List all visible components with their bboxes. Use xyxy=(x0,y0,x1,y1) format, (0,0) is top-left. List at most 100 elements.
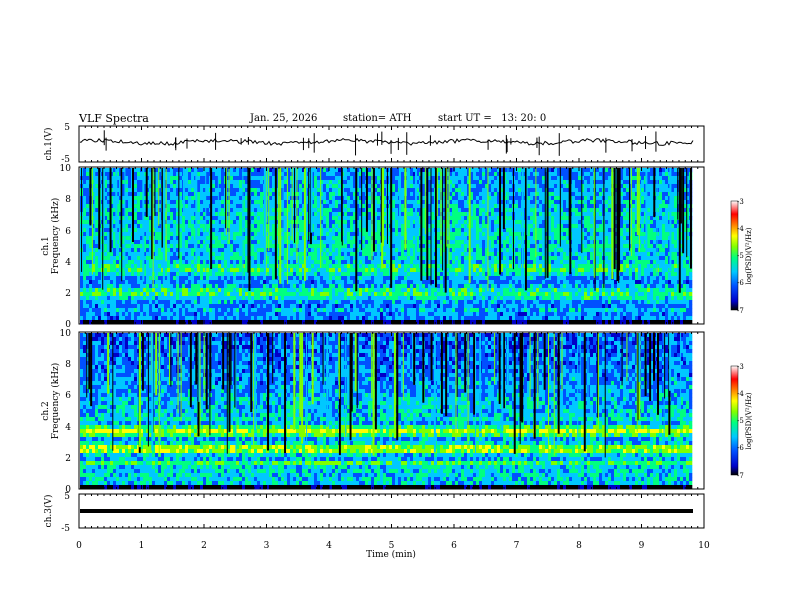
spectrogram-cell xyxy=(83,260,87,265)
spectrogram-cell xyxy=(236,240,240,245)
spectrogram-cell xyxy=(206,172,210,177)
spectrogram-cell xyxy=(659,240,663,245)
spectrogram-cell xyxy=(272,172,276,177)
spectrogram-cell xyxy=(584,208,588,213)
spectrogram-cell xyxy=(596,172,600,177)
spectrogram-cell xyxy=(206,220,210,225)
spectrogram-cell xyxy=(464,188,468,193)
spectrogram-cell xyxy=(662,252,666,257)
spectrogram-cell xyxy=(200,248,204,253)
spectrogram-cell xyxy=(212,236,216,241)
spectrogram-cell xyxy=(395,208,399,213)
spectrogram-cell xyxy=(113,264,117,269)
spectrogram-cell xyxy=(137,260,141,265)
spectrogram-cell xyxy=(197,260,201,265)
spectrogram-cell xyxy=(362,216,366,221)
spectrogram-cell xyxy=(527,244,531,249)
spectrogram-cell xyxy=(113,248,117,253)
spectrogram-cell xyxy=(482,236,486,241)
spectrogram-cell xyxy=(86,176,90,181)
spectrogram-cell xyxy=(509,256,513,261)
spectrogram-cell xyxy=(455,260,459,265)
spectrogram-cell xyxy=(290,240,294,245)
spectrogram-cell xyxy=(563,244,567,249)
spectrogram-cell xyxy=(311,248,315,253)
spectrogram-cell xyxy=(173,212,177,217)
spectrogram-cell xyxy=(326,192,330,197)
spectrogram-cell xyxy=(338,224,342,229)
spectrogram-cell xyxy=(476,216,480,221)
spectrogram-cell xyxy=(563,200,567,205)
spectrogram-cell xyxy=(365,248,369,253)
spectrogram-cell xyxy=(605,224,609,229)
spectrogram-cell xyxy=(134,232,138,237)
spectrogram-cell xyxy=(404,256,408,261)
spectrogram-cell xyxy=(620,216,624,221)
spectrogram-cell xyxy=(635,256,639,261)
spectrogram-cell xyxy=(179,188,183,193)
spectrogram-cell xyxy=(116,264,120,269)
spectrogram-cell xyxy=(536,212,540,217)
spectrogram-cell xyxy=(344,224,348,229)
spectrogram-cell xyxy=(455,208,459,213)
spectrogram-cell xyxy=(458,176,462,181)
spectrogram-cell xyxy=(239,200,243,205)
spectrogram-cell xyxy=(407,256,411,261)
spectrogram-cell xyxy=(284,192,288,197)
spectrogram-cell xyxy=(236,260,240,265)
spectrogram-cell xyxy=(476,176,480,181)
spectrogram-cell xyxy=(392,176,396,181)
spectrogram-cell xyxy=(650,260,654,265)
spectrogram-cell xyxy=(272,232,276,237)
spectrogram-cell xyxy=(461,192,465,197)
spectrogram-cell xyxy=(527,240,531,245)
spectrogram-cell xyxy=(95,264,99,269)
spectrogram-cell xyxy=(206,212,210,217)
spectrogram-cell xyxy=(173,192,177,197)
spectrogram-cell xyxy=(479,200,483,205)
spectrogram-cell xyxy=(623,252,627,257)
spectrogram-cell xyxy=(461,244,465,249)
spectrogram-cell xyxy=(578,184,582,189)
spectrogram-cell xyxy=(479,172,483,177)
spectrogram-cell xyxy=(299,176,303,181)
spectrogram-cell xyxy=(665,196,669,201)
spectrogram-cell xyxy=(173,256,177,261)
spectrogram-cell xyxy=(221,236,225,241)
spectrogram-cell xyxy=(605,248,609,253)
spectrogram-cell xyxy=(398,240,402,245)
spectrogram-cell xyxy=(152,260,156,265)
spectrogram-cell xyxy=(128,252,132,257)
spectrogram-cell xyxy=(317,208,321,213)
spectrogram-cell xyxy=(437,224,441,229)
spectrogram-cell xyxy=(641,244,645,249)
spectrogram-cell xyxy=(455,216,459,221)
spectrogram-cell xyxy=(563,204,567,209)
spectrogram-cell xyxy=(473,240,477,245)
spectrogram-cell xyxy=(557,244,561,249)
spectrogram-cell xyxy=(662,212,666,217)
spectrogram-cell xyxy=(377,184,381,189)
spectrogram-cell xyxy=(644,256,648,261)
spectrogram-cell xyxy=(95,172,99,177)
spectrogram-cell xyxy=(254,192,258,197)
spectrogram-cell xyxy=(392,216,396,221)
spectrogram-cell xyxy=(674,244,678,249)
spectrogram-cell xyxy=(257,176,261,181)
spectrogram-cell xyxy=(590,224,594,229)
spectrogram-cell xyxy=(509,216,513,221)
spectrogram-cell xyxy=(401,192,405,197)
spectrogram-cell xyxy=(347,248,351,253)
spectrogram-cell xyxy=(335,236,339,241)
spectrogram-cell xyxy=(608,212,612,217)
spectrogram-cell xyxy=(479,188,483,193)
spectrogram-cell xyxy=(632,180,636,185)
spectrogram-cell xyxy=(188,168,192,173)
spectrogram-cell xyxy=(410,240,414,245)
spectrogram-cell xyxy=(254,224,258,229)
spectrogram-cell xyxy=(461,228,465,233)
spectrogram-cell xyxy=(239,180,243,185)
spectrogram-cell xyxy=(335,224,339,229)
spectrogram-cell xyxy=(551,248,555,253)
spectrogram-cell xyxy=(362,188,366,193)
